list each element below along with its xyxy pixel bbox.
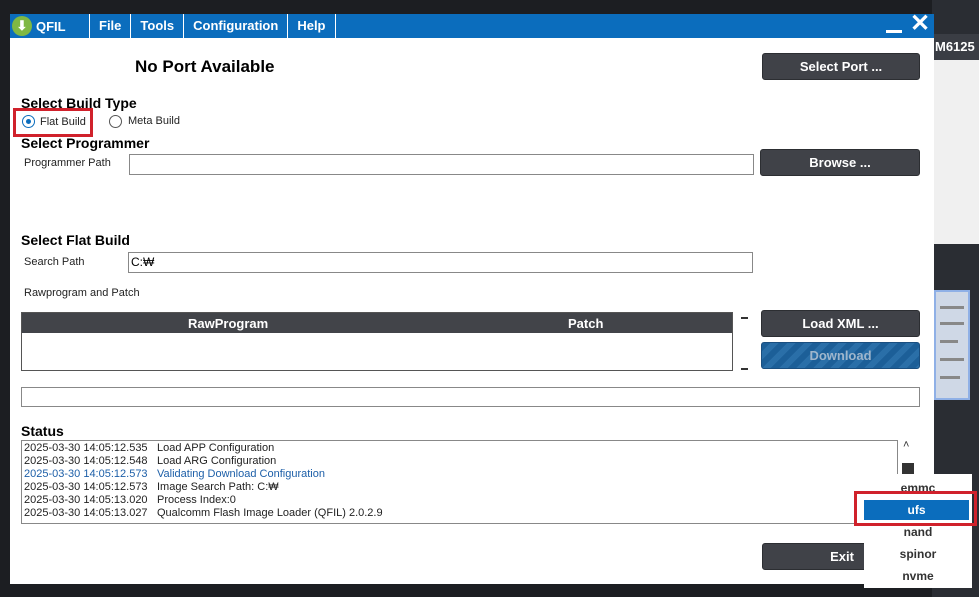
download-button[interactable]: Download bbox=[761, 342, 920, 369]
log-line: 2025-03-30 14:05:13.027 Qualcomm Flash Im… bbox=[24, 507, 383, 519]
menu-file[interactable]: File bbox=[89, 14, 130, 38]
load-xml-button[interactable]: Load XML ... bbox=[761, 310, 920, 337]
meta-build-label[interactable]: Meta Build bbox=[128, 115, 180, 127]
flat-build-heading: Select Flat Build bbox=[21, 232, 130, 248]
programmer-path-label: Programmer Path bbox=[24, 157, 111, 169]
title-bar: ⬇ QFIL File Tools Configuration Help ✕ bbox=[10, 12, 934, 38]
log-line: 2025-03-30 14:05:12.573 Image Search Path… bbox=[24, 481, 279, 493]
app-name: QFIL bbox=[36, 18, 66, 34]
table-resize-dash-top bbox=[741, 317, 748, 319]
background-thumbnail bbox=[934, 290, 970, 400]
meta-build-radio[interactable] bbox=[109, 115, 122, 128]
status-log[interactable]: 2025-03-30 14:05:12.535 Load APP Configur… bbox=[21, 440, 898, 524]
log-line: 2025-03-30 14:05:13.020 Process Index:0 bbox=[24, 494, 236, 506]
programmer-path-field[interactable] bbox=[129, 154, 754, 175]
minimize-button[interactable] bbox=[884, 22, 904, 36]
background-window-title: M6125 bbox=[933, 34, 979, 60]
log-line: 2025-03-30 14:05:12.548 Load ARG Configur… bbox=[24, 455, 277, 467]
column-rawprogram: RawProgram bbox=[188, 316, 269, 331]
search-path-field[interactable]: C:₩ bbox=[128, 252, 753, 273]
log-line: 2025-03-30 14:05:12.535 Load APP Configur… bbox=[24, 442, 275, 454]
menu-bar: File Tools Configuration Help bbox=[89, 14, 336, 38]
log-line: 2025-03-30 14:05:12.573 Validating Downlo… bbox=[24, 468, 325, 480]
scroll-up-icon[interactable]: ˄ bbox=[903, 439, 909, 451]
flat-build-label[interactable]: Flat Build bbox=[40, 116, 86, 128]
qfil-window: ⬇ QFIL File Tools Configuration Help ✕ N… bbox=[10, 12, 934, 584]
progress-bar bbox=[21, 387, 920, 407]
menu-help[interactable]: Help bbox=[287, 14, 336, 38]
select-port-button[interactable]: Select Port ... bbox=[762, 53, 920, 80]
background-window: M6125 bbox=[932, 34, 979, 244]
flat-build-radio[interactable] bbox=[22, 115, 35, 128]
rawprogram-label: Rawprogram and Patch bbox=[24, 287, 140, 299]
menu-tools[interactable]: Tools bbox=[130, 14, 183, 38]
table-resize-dash-bottom bbox=[741, 368, 748, 370]
table-header: RawProgram Patch bbox=[22, 313, 732, 333]
port-status: No Port Available bbox=[135, 57, 275, 76]
search-path-label: Search Path bbox=[24, 256, 85, 268]
storage-option-nvme[interactable]: nvme bbox=[864, 566, 972, 586]
highlight-box-ufs bbox=[854, 491, 977, 526]
close-button[interactable]: ✕ bbox=[908, 12, 932, 36]
download-arrow-icon: ⬇ bbox=[12, 16, 32, 36]
column-patch: Patch bbox=[568, 316, 604, 331]
menu-configuration[interactable]: Configuration bbox=[183, 14, 287, 38]
app-logo: ⬇ QFIL bbox=[10, 14, 88, 38]
status-heading: Status bbox=[21, 423, 64, 439]
rawprogram-patch-table[interactable]: RawProgram Patch bbox=[21, 312, 733, 371]
browse-button[interactable]: Browse ... bbox=[760, 149, 920, 176]
programmer-heading: Select Programmer bbox=[21, 135, 150, 151]
storage-option-spinor[interactable]: spinor bbox=[864, 544, 972, 564]
